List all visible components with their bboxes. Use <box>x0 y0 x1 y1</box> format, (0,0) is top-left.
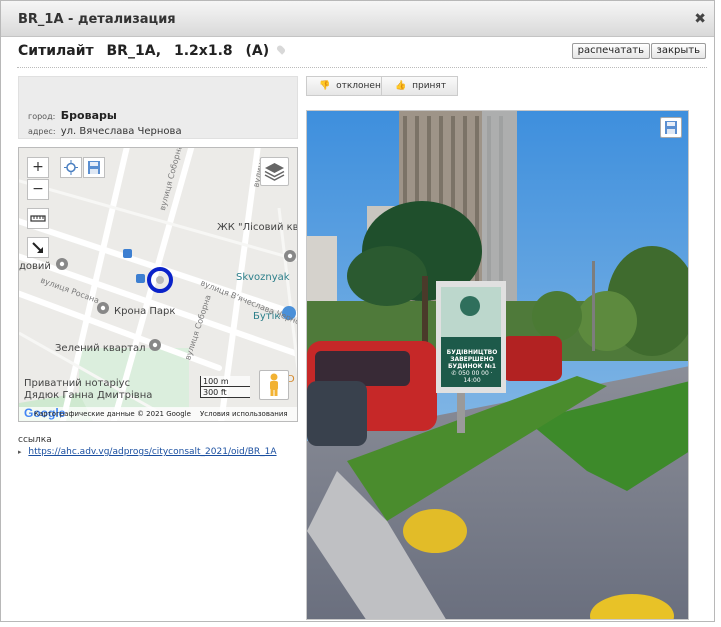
brand-name: Ситилайт <box>18 43 94 59</box>
zoom-in-button[interactable]: + <box>27 157 49 178</box>
map-scale: 100 m 300 ft <box>200 376 250 398</box>
locate-icon[interactable] <box>60 157 82 178</box>
map-terms-link[interactable]: Условия использования <box>200 410 288 418</box>
street-value: ул. Вячеслава Чернова <box>60 126 182 137</box>
city-row: город: Бровары <box>28 109 117 122</box>
print-button[interactable]: распечатать <box>571 43 650 59</box>
ruler-icon[interactable] <box>27 208 49 229</box>
billboard-line1: БУДІВНИЦТВО <box>446 349 498 356</box>
city-value: Бровары <box>60 109 117 122</box>
map-data-credit: Картографические данные © 2021 Google <box>34 410 191 418</box>
scale-metric: 100 m <box>200 376 250 387</box>
header-row: Ситилайт BR_1A, 1.2x1.8 (A) распечатать … <box>18 42 708 64</box>
status-toggle: 👎 отклонен 👍 принят <box>306 76 458 96</box>
close-icon[interactable]: ✖ <box>694 11 706 27</box>
map-attribution: Google Картографические данные © 2021 Go… <box>19 406 297 421</box>
map-label-notary1: Приватний нотаріус <box>24 378 131 389</box>
zoom-out-button[interactable]: − <box>27 179 49 200</box>
street-row: адрес: ул. Вячеслава Чернова <box>28 126 182 137</box>
header-divider <box>17 67 707 68</box>
board-photo[interactable]: БУДІВНИЦТВО ЗАВЕРШЕНО БУДИНОК №1 ✆ 050 0… <box>306 110 689 620</box>
map-label-dovy: довий <box>19 261 51 272</box>
billboard-line2: ЗАВЕРШЕНО <box>450 356 494 363</box>
page-title: Ситилайт BR_1A, 1.2x1.8 (A) <box>18 43 287 59</box>
billboard-line3: БУДИНОК №1 <box>447 363 497 370</box>
board-side: (A) <box>245 43 270 59</box>
board-code: BR_1A, <box>106 43 162 59</box>
billboard-phone: ✆ 050 00 00 · 14:00 <box>451 370 493 384</box>
billboard-text: БУДІВНИЦТВО ЗАВЕРШЕНО БУДИНОК №1 ✆ 050 0… <box>443 349 501 384</box>
city-label: город: <box>28 112 56 121</box>
map-label-skvoznyak: Skvoznyak <box>236 272 290 283</box>
map-label-krona: Крона Парк <box>114 306 176 317</box>
map-pin-icon <box>275 44 287 55</box>
thumbs-down-icon: 👎 <box>319 81 331 91</box>
save-photo-icon[interactable] <box>660 117 682 138</box>
scale-imperial: 300 ft <box>200 387 250 398</box>
link-label: ссылка <box>18 435 52 445</box>
dialog-title: BR_1A - детализация <box>18 12 176 27</box>
link-row: ▸ https://ahc.adv.vg/adprogs/cityconsalt… <box>18 447 277 457</box>
street-label: адрес: <box>28 127 56 136</box>
accept-button[interactable]: 👍 принят <box>383 77 458 95</box>
reject-label: отклонен <box>336 81 381 91</box>
thumbs-up-icon: 👍 <box>395 81 407 91</box>
arrow-icon[interactable] <box>27 237 49 258</box>
address-panel: город: Бровары адрес: ул. Вячеслава Черн… <box>18 76 298 139</box>
accept-label: принят <box>412 81 447 91</box>
save-icon[interactable] <box>83 157 105 178</box>
close-button[interactable]: закрыть <box>650 43 706 59</box>
dialog-titlebar: BR_1A - детализация ✖ <box>1 1 714 37</box>
map-label-lisovy: ЖК "Лісовий кв <box>217 222 298 233</box>
map-label-zeleny: Зелений квартал <box>55 343 146 354</box>
board-size: 1.2x1.8 <box>174 43 233 59</box>
detail-url-link[interactable]: https://ahc.adv.vg/adprogs/cityconsalt_2… <box>28 447 276 457</box>
link-section: ссылка ▸ https://ahc.adv.vg/adprogs/city… <box>18 435 277 457</box>
reject-button[interactable]: 👎 отклонен <box>307 77 382 95</box>
location-map[interactable]: ЖК "Лісовий кв Skvoznyak Крона Парк Зеле… <box>18 147 298 422</box>
layers-icon[interactable] <box>260 157 289 186</box>
bullet-arrow-icon: ▸ <box>18 448 22 456</box>
pegman-icon[interactable] <box>259 370 289 400</box>
map-label-notary2: Дядюк Ганна Дмитрівна <box>24 390 153 401</box>
